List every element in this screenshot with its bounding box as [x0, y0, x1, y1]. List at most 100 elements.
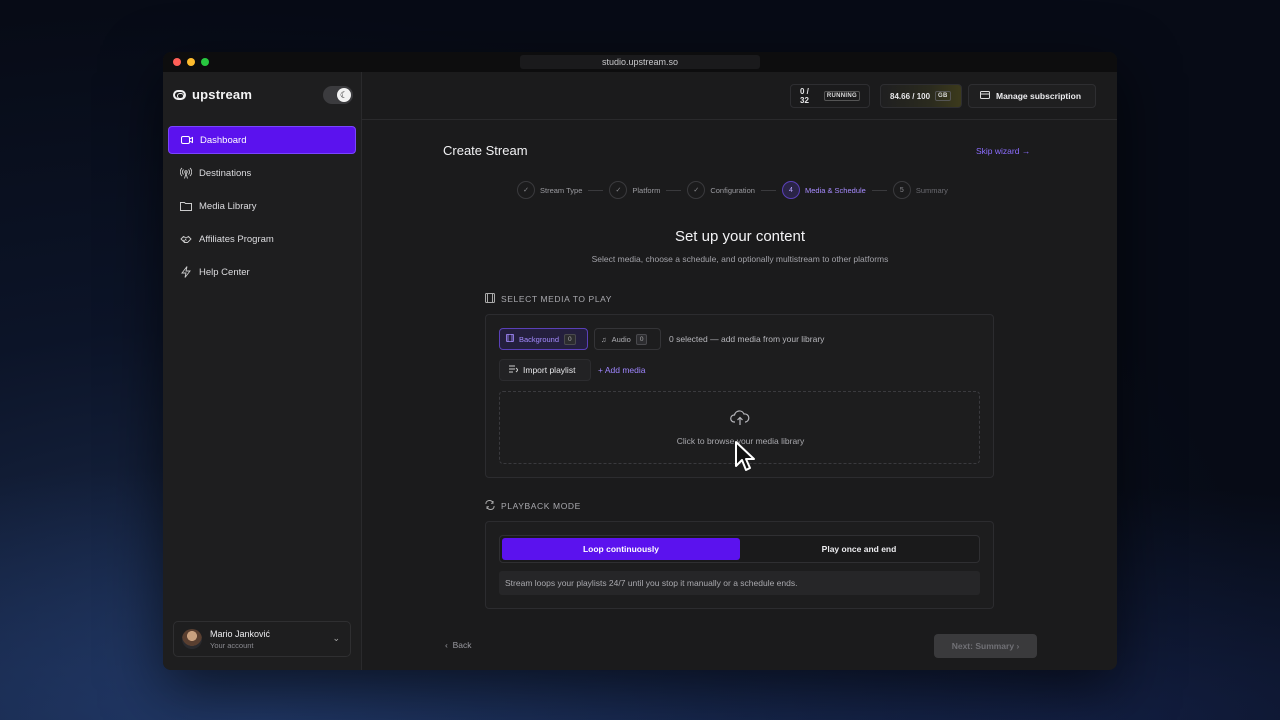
video-camera-icon — [180, 134, 193, 147]
loop-continuously-option[interactable]: Loop continuously — [502, 538, 740, 560]
skip-wizard-link[interactable]: Skip wizard → — [976, 146, 1030, 156]
step-label: Stream Type — [540, 185, 583, 195]
sidebar-item-dashboard[interactable]: Dashboard — [168, 126, 356, 154]
theme-toggle[interactable]: ☾ — [323, 86, 353, 104]
folder-icon — [179, 200, 192, 213]
add-media-link[interactable]: + Add media — [598, 365, 646, 375]
step-summary[interactable]: 5 Summary — [892, 181, 948, 199]
step-label: Configuration — [710, 185, 755, 195]
account-menu[interactable]: Mario Janković Your account ⌄ — [173, 621, 351, 657]
check-icon: ✓ — [687, 181, 706, 199]
film-icon — [506, 334, 514, 344]
moon-icon: ☾ — [337, 88, 351, 102]
chevron-down-icon: ⌄ — [332, 633, 340, 643]
sidebar-item-label: Affiliates Program — [199, 233, 274, 245]
chevron-right-icon: › — [1014, 641, 1020, 651]
playback-panel: Loop continuously Play once and end Stre… — [485, 521, 994, 609]
back-label: Back — [452, 640, 472, 650]
import-playlist-label: Import playlist — [523, 365, 576, 375]
minimize-window-button[interactable] — [187, 58, 195, 66]
logo[interactable]: upstream — [173, 87, 252, 102]
tab-label: Background — [519, 334, 560, 344]
sidebar-item-label: Dashboard — [200, 134, 247, 146]
storage-usage: 84.66 / 100 — [890, 91, 931, 101]
step-divider — [871, 189, 887, 191]
film-icon — [485, 293, 495, 305]
step-label: Platform — [632, 185, 661, 195]
close-window-button[interactable] — [173, 58, 181, 66]
sidebar-item-media-library[interactable]: Media Library — [168, 192, 356, 220]
check-icon: ✓ — [609, 181, 628, 199]
broadcast-tower-icon — [179, 167, 192, 180]
next-label: Next: Summary — [951, 641, 1015, 651]
tab-count-badge: 0 — [635, 333, 648, 345]
account-name: Mario Janković — [210, 628, 271, 639]
playback-mode-selector: Loop continuously Play once and end — [499, 535, 980, 563]
sidebar-item-label: Destinations — [199, 167, 252, 179]
media-section-title: SELECT MEDIA TO PLAY — [501, 294, 613, 304]
music-note-icon: ♫ — [601, 334, 607, 344]
sidebar: upstream ☾ Dashboard Destinations Media … — [163, 72, 362, 670]
step-label: Media & Schedule — [804, 185, 866, 195]
sidebar-nav: Dashboard Destinations Media Library Aff… — [168, 126, 356, 291]
sidebar-item-affiliates[interactable]: Affiliates Program — [168, 225, 356, 253]
app-window: studio.upstream.so upstream ☾ Dashboard … — [163, 52, 1117, 670]
step-label: Summary — [915, 185, 948, 195]
logo-icon — [173, 89, 186, 100]
section-heading: Set up your content — [674, 228, 806, 245]
manage-subscription-button[interactable]: Manage subscription — [968, 84, 1096, 108]
step-divider — [666, 189, 682, 191]
mouse-cursor-icon — [735, 441, 755, 471]
page-title: Create Stream — [443, 143, 528, 158]
step-platform[interactable]: ✓ Platform — [609, 181, 660, 199]
repeat-icon — [485, 500, 495, 512]
selection-status: 0 selected — add media from your library — [669, 334, 825, 344]
play-once-option[interactable]: Play once and end — [740, 538, 978, 560]
playlist-icon — [509, 365, 519, 375]
lightning-icon — [179, 266, 192, 279]
tab-background[interactable]: Background 0 — [499, 328, 588, 350]
sidebar-item-help-center[interactable]: Help Center — [168, 258, 356, 286]
credit-card-icon — [980, 91, 990, 101]
cloud-upload-icon — [730, 410, 750, 425]
check-icon: ✓ — [517, 181, 535, 199]
step-stream-type[interactable]: ✓ Stream Type — [517, 181, 582, 199]
running-streams-chip[interactable]: 0 / 32 RUNNING — [790, 84, 870, 108]
tab-count-badge: 0 — [564, 333, 576, 345]
step-media-schedule[interactable]: 4 Media & Schedule — [781, 181, 866, 199]
wizard-stepper: ✓ Stream Type ✓ Platform ✓ Configuration… — [517, 180, 948, 200]
playback-description: Stream loops your playlists 24/7 until y… — [499, 571, 980, 595]
section-subheading: Select media, choose a schedule, and opt… — [591, 254, 889, 264]
account-info: Mario Janković Your account — [210, 629, 270, 650]
storage-unit-badge: GB — [935, 91, 951, 101]
manage-subscription-label: Manage subscription — [996, 91, 1082, 101]
account-subtitle: Your account — [210, 640, 254, 650]
step-number: 4 — [781, 181, 800, 199]
maximize-window-button[interactable] — [201, 58, 209, 66]
tab-audio[interactable]: ♫ Audio 0 — [594, 328, 661, 350]
logo-text: upstream — [192, 87, 253, 102]
next-button[interactable]: Next: Summary › — [934, 634, 1037, 658]
tab-label: Audio — [611, 334, 631, 344]
step-number: 5 — [892, 181, 911, 199]
browser-titlebar: studio.upstream.so — [163, 52, 1117, 72]
storage-usage-chip[interactable]: 84.66 / 100 GB — [880, 84, 962, 108]
avatar — [182, 629, 202, 649]
sidebar-item-label: Help Center — [199, 266, 250, 278]
playback-section-title: PLAYBACK MODE — [501, 501, 581, 511]
step-divider — [588, 189, 604, 191]
chevron-left-icon: ‹ — [445, 640, 453, 650]
media-section-label: SELECT MEDIA TO PLAY — [485, 293, 612, 305]
url-bar[interactable]: studio.upstream.so — [520, 55, 760, 69]
step-configuration[interactable]: ✓ Configuration — [687, 181, 755, 199]
back-button[interactable]: ‹ Back — [445, 640, 471, 650]
handshake-icon — [179, 233, 192, 246]
running-count: 0 / 32 — [800, 87, 809, 105]
sidebar-item-destinations[interactable]: Destinations — [168, 159, 356, 187]
top-bar: 0 / 32 RUNNING 84.66 / 100 GB Manage sub… — [362, 72, 1117, 120]
playback-section-label: PLAYBACK MODE — [485, 500, 581, 512]
sidebar-item-label: Media Library — [199, 200, 257, 212]
step-divider — [760, 189, 776, 191]
import-playlist-button[interactable]: Import playlist — [499, 359, 591, 381]
running-badge: RUNNING — [823, 91, 860, 101]
